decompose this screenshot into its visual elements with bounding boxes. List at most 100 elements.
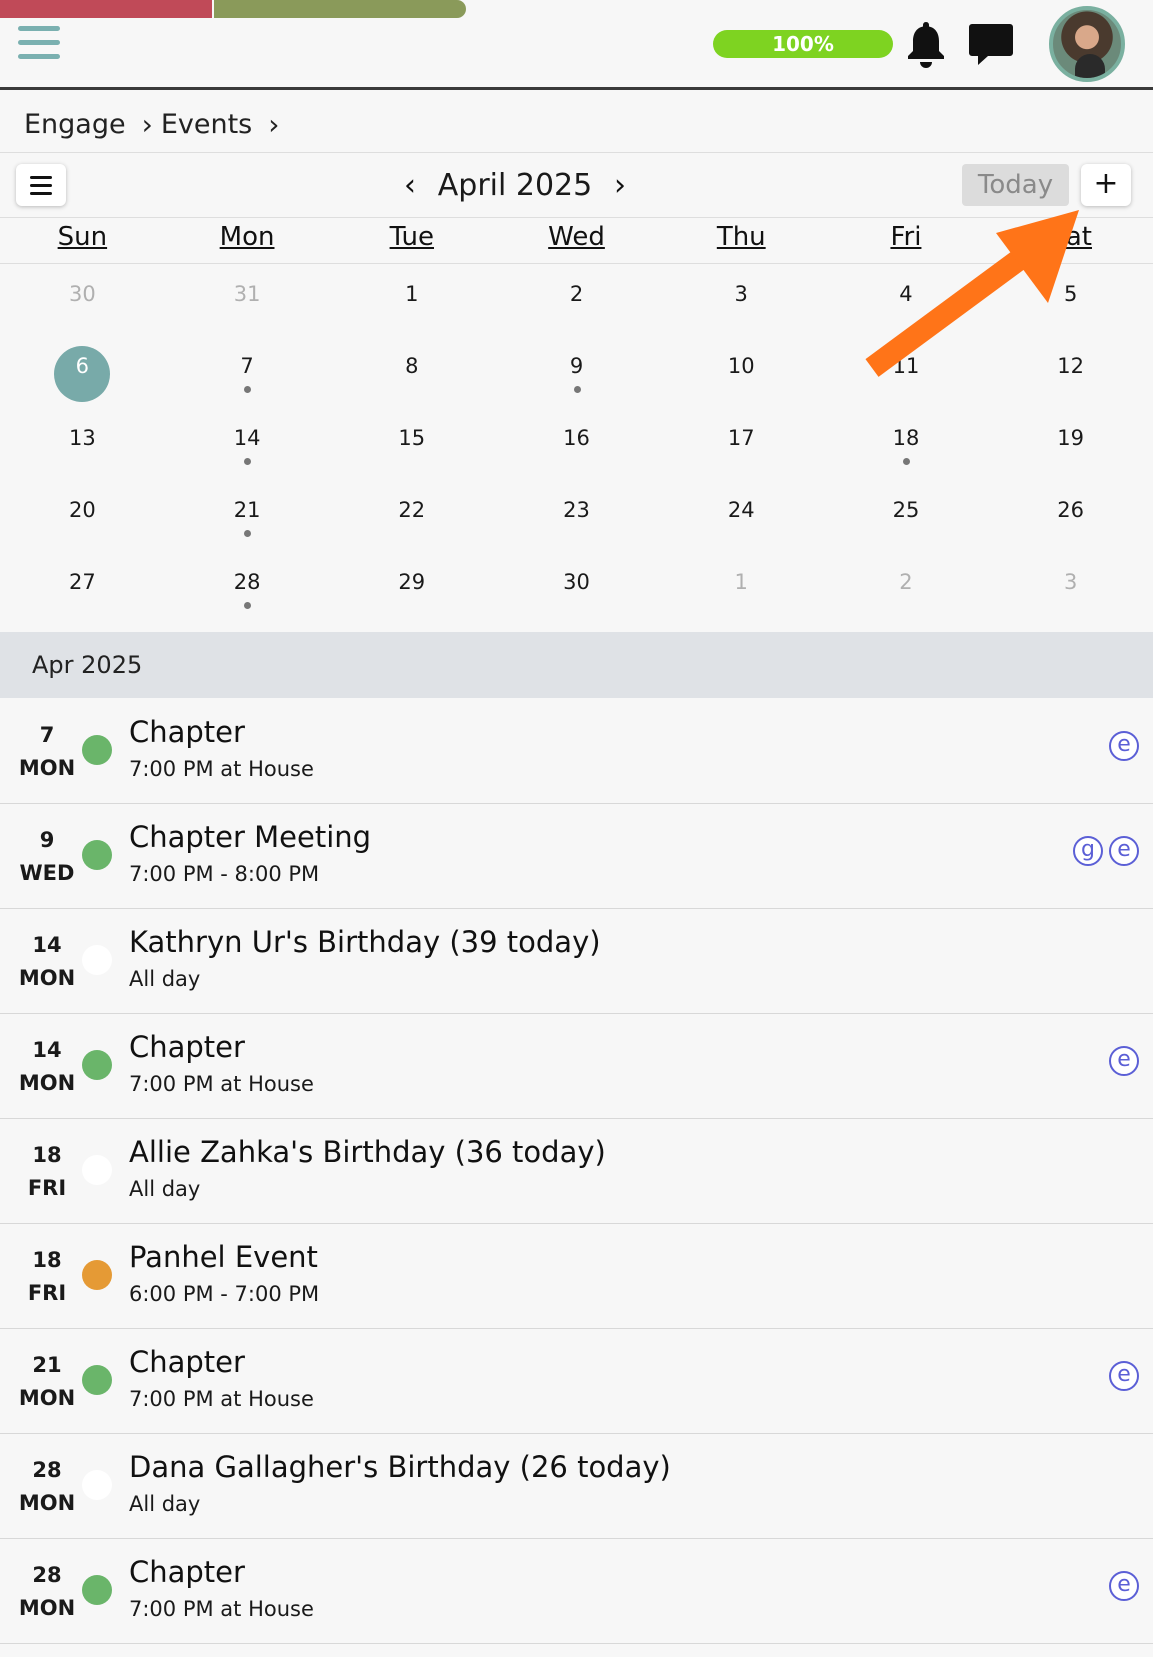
event-date: 18 FRI [12, 1244, 82, 1310]
day-number: 1 [734, 570, 748, 594]
calendar-day[interactable]: 2 [824, 558, 989, 630]
calendar-day[interactable]: 15 [329, 414, 494, 486]
calendar-day[interactable]: 4 [824, 270, 989, 342]
calendar-day[interactable]: 19 [988, 414, 1153, 486]
calendar-day[interactable]: 30 [494, 558, 659, 630]
event-row[interactable]: 28 MON Chapter 7:00 PM at House e [0, 1539, 1153, 1644]
day-number: 18 [892, 426, 920, 450]
event-row[interactable]: 7 MON Chapter 7:00 PM at House e [0, 699, 1153, 804]
calendar-day[interactable]: 3 [659, 270, 824, 342]
event-category-dot [82, 1575, 112, 1605]
divider [0, 263, 1153, 264]
e-badge-icon[interactable]: e [1109, 1361, 1139, 1391]
day-number: 31 [233, 282, 261, 306]
weekday-sat: Sat [1049, 222, 1092, 252]
e-badge-icon[interactable]: e [1109, 1571, 1139, 1601]
calendar-day[interactable]: 18 [824, 414, 989, 486]
calendar-day[interactable]: 9 [494, 342, 659, 414]
g-badge-icon[interactable]: g [1073, 836, 1103, 866]
calendar-day[interactable]: 17 [659, 414, 824, 486]
calendar-day[interactable]: 24 [659, 486, 824, 558]
event-row[interactable]: 28 MON Dana Gallagher's Birthday (26 today… [0, 1434, 1153, 1539]
event-title: Chapter [129, 1030, 245, 1064]
event-time: All day [129, 967, 201, 991]
calendar-day[interactable]: 28 [165, 558, 330, 630]
day-number: 15 [398, 426, 426, 450]
calendar-day[interactable]: 8 [329, 342, 494, 414]
calendar-day[interactable]: 25 [824, 486, 989, 558]
bell-icon[interactable] [905, 20, 947, 68]
calendar-day[interactable]: 23 [494, 486, 659, 558]
calendar-day[interactable]: 2 [494, 270, 659, 342]
event-badges: e [1109, 731, 1139, 761]
calendar-day[interactable]: 12 [988, 342, 1153, 414]
day-number: 6 [75, 354, 90, 378]
breadcrumb-events[interactable]: Events [161, 109, 252, 140]
event-indicator-dot [244, 602, 252, 609]
event-row[interactable]: 14 MON Chapter 7:00 PM at House e [0, 1014, 1153, 1119]
chat-icon[interactable] [968, 22, 1014, 68]
calendar-menu-button[interactable] [16, 164, 66, 206]
e-badge-icon[interactable]: e [1109, 1046, 1139, 1076]
calendar-day[interactable]: 16 [494, 414, 659, 486]
calendar-day[interactable]: 30 [0, 270, 165, 342]
calendar-day[interactable]: 13 [0, 414, 165, 486]
calendar-day[interactable]: 27 [0, 558, 165, 630]
day-number: 26 [1057, 498, 1085, 522]
calendar-day-selected[interactable]: 6 [0, 342, 165, 414]
month-section-header: Apr 2025 [0, 632, 1153, 698]
event-indicator-dot [902, 458, 910, 465]
calendar-day[interactable]: 1 [329, 270, 494, 342]
event-title: Chapter Meeting [129, 820, 372, 854]
completion-percent-badge: 100% [713, 30, 893, 58]
event-weekday: WED [19, 861, 75, 885]
month-title: April 2025 [437, 167, 593, 203]
event-day-number: 28 [32, 1458, 62, 1482]
prev-month-icon[interactable]: ‹ [395, 168, 425, 203]
next-month-icon[interactable]: › [605, 168, 635, 203]
event-row[interactable]: 14 MON Kathryn Ur's Birthday (39 today) All… [0, 909, 1153, 1014]
calendar-day[interactable]: 31 [165, 270, 330, 342]
calendar-day[interactable]: 5 [988, 270, 1153, 342]
event-weekday: MON [18, 1491, 76, 1515]
calendar-day[interactable]: 26 [988, 486, 1153, 558]
calendar-day[interactable]: 21 [165, 486, 330, 558]
event-row[interactable]: 9 WED Chapter Meeting 7:00 PM - 8:00 PM g e [0, 804, 1153, 909]
breadcrumb-engage[interactable]: Engage [24, 109, 126, 140]
calendar-day[interactable]: 20 [0, 486, 165, 558]
day-number: 17 [727, 426, 755, 450]
event-badges: ge [1073, 836, 1139, 866]
add-event-button[interactable]: + [1081, 164, 1131, 206]
day-number: 3 [734, 282, 748, 306]
calendar-day[interactable]: 14 [165, 414, 330, 486]
day-number: 14 [233, 426, 261, 450]
calendar-day[interactable]: 11 [824, 342, 989, 414]
calendar-day[interactable]: 22 [329, 486, 494, 558]
user-avatar[interactable] [1049, 6, 1125, 82]
event-category-dot [82, 1470, 112, 1500]
calendar-day[interactable]: 1 [659, 558, 824, 630]
event-date: 28 MON [12, 1559, 82, 1625]
event-row[interactable]: 18 FRI Allie Zahka's Birthday (36 today) Al… [0, 1119, 1153, 1224]
event-title: Chapter [129, 715, 245, 749]
calendar-day[interactable]: 3 [988, 558, 1153, 630]
event-category-dot [82, 735, 112, 765]
calendar-week: 13 14 15 16 17 18 19 [0, 414, 1153, 486]
chevron-right-icon[interactable]: › [268, 108, 279, 141]
calendar-day[interactable]: 29 [329, 558, 494, 630]
e-badge-icon[interactable]: e [1109, 836, 1139, 866]
event-time: 6:00 PM - 7:00 PM [129, 1282, 320, 1306]
day-number: 8 [405, 354, 419, 378]
today-button[interactable]: Today [962, 164, 1069, 206]
main-menu-icon[interactable] [18, 26, 60, 62]
event-title: Chapter [129, 1555, 245, 1589]
event-row[interactable]: 18 FRI Panhel Event 6:00 PM - 7:00 PM [0, 1224, 1153, 1329]
event-day-number: 18 [32, 1248, 62, 1272]
event-row[interactable]: 21 MON Chapter 7:00 PM at House e [0, 1329, 1153, 1434]
calendar-day[interactable]: 10 [659, 342, 824, 414]
calendar-day[interactable]: 7 [165, 342, 330, 414]
event-indicator-dot [244, 386, 252, 393]
e-badge-icon[interactable]: e [1109, 731, 1139, 761]
event-weekday: FRI [27, 1281, 67, 1305]
event-time: 7:00 PM at House [129, 1597, 314, 1621]
